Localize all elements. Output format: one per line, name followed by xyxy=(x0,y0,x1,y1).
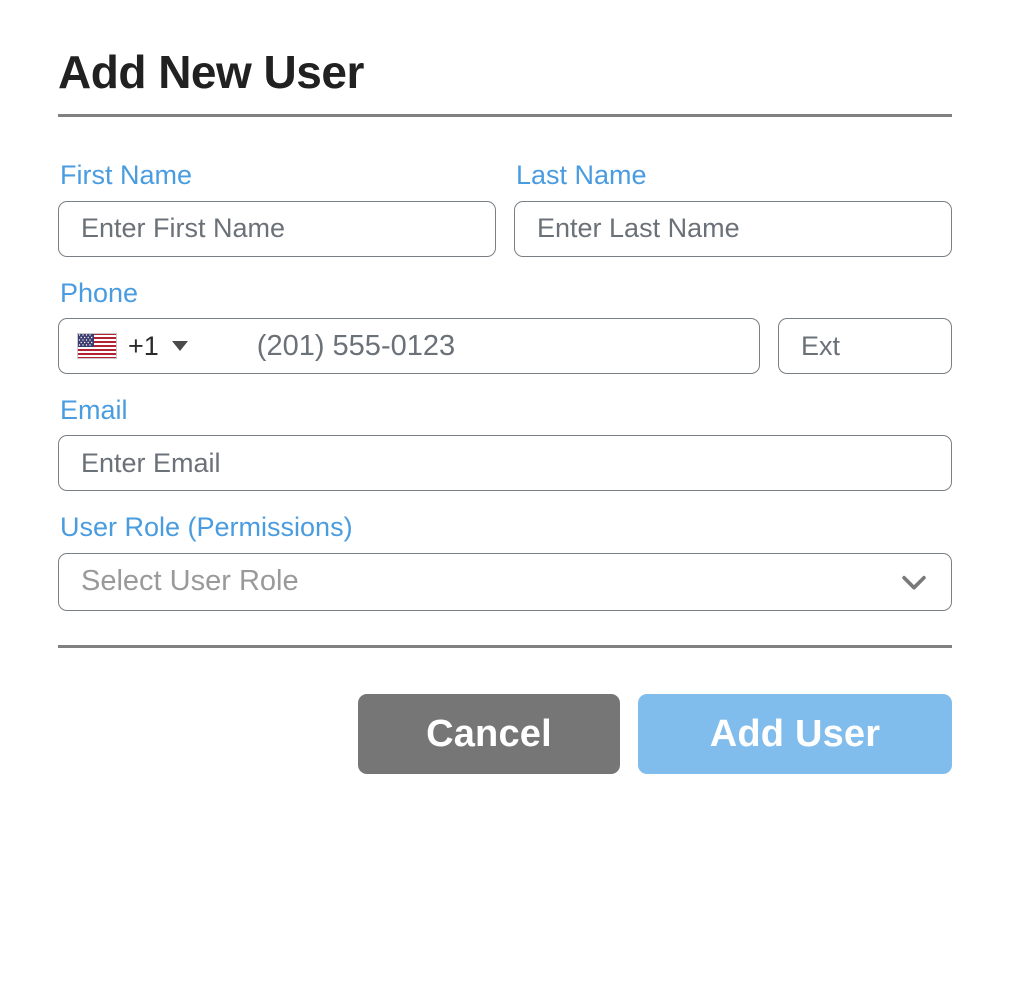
first-name-field: First Name Enter First Name xyxy=(58,143,496,257)
first-name-input[interactable]: Enter First Name xyxy=(58,200,496,257)
user-role-placeholder: Select User Role xyxy=(81,565,299,598)
phone-extension-input[interactable]: Ext xyxy=(778,318,952,375)
country-code-selector[interactable]: +1 xyxy=(77,330,194,361)
user-role-field: User Role (Permissions) Select User Role xyxy=(58,495,952,611)
email-field: Email Enter Email xyxy=(58,378,952,492)
email-placeholder: Enter Email xyxy=(81,447,221,478)
dialog-actions: Cancel Add User xyxy=(58,648,952,774)
add-new-user-dialog: Add New User First Name Enter First Name… xyxy=(0,0,1010,1000)
cancel-button[interactable]: Cancel xyxy=(358,693,620,774)
phone-number-placeholder: (201) 555-0123 xyxy=(256,329,456,362)
us-flag-icon xyxy=(77,333,117,360)
last-name-field: Last Name Enter Last Name xyxy=(514,143,952,257)
last-name-placeholder: Enter Last Name xyxy=(537,213,740,244)
last-name-label: Last Name xyxy=(516,160,647,191)
last-name-input[interactable]: Enter Last Name xyxy=(514,200,952,257)
name-field-row: First Name Enter First Name Last Name En… xyxy=(58,143,952,260)
country-dial-code: +1 xyxy=(128,330,159,361)
email-label: Email xyxy=(60,395,128,426)
page-title: Add New User xyxy=(58,46,364,98)
phone-extension-placeholder: Ext xyxy=(801,330,841,361)
add-user-form: First Name Enter First Name Last Name En… xyxy=(58,117,952,611)
phone-field: Phone +1 (201) 555-0123 Ext xyxy=(58,261,952,375)
phone-number-input[interactable]: +1 (201) 555-0123 xyxy=(58,318,760,375)
first-name-placeholder: Enter First Name xyxy=(81,213,286,244)
user-role-select[interactable]: Select User Role xyxy=(58,552,952,611)
add-user-button[interactable]: Add User xyxy=(638,693,952,774)
phone-input-row: +1 (201) 555-0123 Ext xyxy=(58,318,952,375)
phone-label: Phone xyxy=(60,277,139,308)
email-input[interactable]: Enter Email xyxy=(58,435,952,492)
first-name-label: First Name xyxy=(60,160,193,191)
user-role-label: User Role (Permissions) xyxy=(60,512,353,543)
chevron-down-icon[interactable] xyxy=(897,565,931,599)
caret-down-icon[interactable] xyxy=(171,341,188,352)
